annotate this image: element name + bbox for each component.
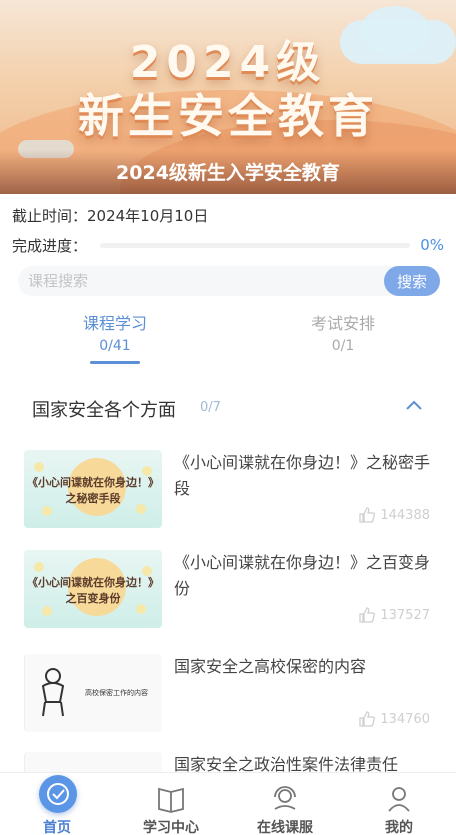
- deadline-text: 截止时间：2024年10月10日: [12, 207, 209, 225]
- tab-course-study[interactable]: 课程学习 0/41: [50, 314, 180, 356]
- chevron-up-icon[interactable]: [404, 398, 424, 412]
- banner[interactable]: 2024级 新生安全教育 2024级新生入学安全教育: [0, 0, 456, 194]
- nav-my[interactable]: 我的: [342, 773, 456, 835]
- nav-label: 首页: [43, 820, 71, 835]
- tab-count: 0/41: [99, 338, 131, 354]
- search-button[interactable]: 搜索: [384, 266, 440, 296]
- headset-icon: [274, 786, 296, 810]
- like-count[interactable]: 134760: [358, 710, 430, 728]
- tab-label: 考试安排: [310, 314, 375, 333]
- thumbnail-text: 高校保密工作的内容: [85, 689, 148, 697]
- nav-label: 我的: [385, 820, 413, 835]
- banner-caption: 2024级新生入学安全教育: [116, 162, 340, 184]
- tab-count: 0/1: [331, 338, 355, 354]
- nav-label: 学习中心: [143, 820, 199, 835]
- course-item[interactable]: 高校保密工作的内容 国家安全之高校保密的内容 134760: [24, 654, 444, 732]
- course-thumbnail: 《小心间谍就在你身边！》 之秘密手段: [24, 450, 162, 528]
- book-icon: [158, 787, 184, 813]
- thumbs-up-icon: [359, 507, 376, 523]
- course-thumbnail: 高校保密工作的内容: [24, 654, 162, 732]
- nav-label: 在线课服: [257, 820, 313, 835]
- like-count-value: 144388: [380, 507, 430, 523]
- like-count-value: 134760: [380, 711, 430, 727]
- section-count: 0/7: [200, 400, 221, 415]
- banner-main-title: 新生安全教育: [78, 89, 378, 143]
- like-count[interactable]: 137527: [358, 606, 430, 624]
- progress-value: 0%: [420, 236, 444, 254]
- bulb-icon: [34, 462, 44, 472]
- bottom-nav: 首页 学习中心 在线课服 我的: [0, 772, 456, 835]
- search-input[interactable]: [28, 271, 368, 291]
- active-tab-indicator: [90, 361, 140, 364]
- home-icon: [47, 783, 69, 805]
- course-thumbnail: 《小心间谍就在你身边！》 之百变身份: [24, 550, 162, 628]
- course-item[interactable]: 《小心间谍就在你身边！》 之百变身份 《小心间谍就在你身边！》之百变身份 137…: [24, 550, 444, 628]
- thumbs-up-icon: [359, 607, 376, 623]
- tab-exam-schedule[interactable]: 考试安排 0/1: [278, 314, 408, 356]
- thumbnail-text: 《小心间谍就在你身边！》: [27, 576, 159, 589]
- course-title: 《小心间谍就在你身边！》之秘密手段: [174, 453, 431, 498]
- course-item[interactable]: 《小心间谍就在你身边！》 之秘密手段 《小心间谍就在你身边！》之秘密手段 144…: [24, 450, 444, 528]
- like-count-value: 137527: [380, 607, 430, 623]
- thumbnail-text: 《小心间谍就在你身边！》: [27, 476, 159, 489]
- section-title: 国家安全各个方面: [32, 400, 176, 421]
- thumbnail-text: 之秘密手段: [65, 492, 121, 505]
- tab-label: 课程学习: [82, 314, 147, 333]
- search-bar: 搜索: [18, 266, 440, 296]
- bulb-icon: [42, 606, 52, 616]
- nav-study-center[interactable]: 学习中心: [114, 773, 228, 835]
- nav-online-service[interactable]: 在线课服: [228, 773, 342, 835]
- like-count[interactable]: 144388: [358, 506, 430, 524]
- thumbnail-text: 之百变身份: [65, 592, 121, 605]
- thumbs-up-icon: [359, 711, 376, 727]
- bulb-icon: [42, 506, 52, 516]
- user-icon: [388, 787, 410, 812]
- bulb-icon: [34, 562, 44, 572]
- progress-label: 完成进度：: [12, 237, 88, 255]
- nav-home[interactable]: 首页: [0, 773, 114, 835]
- figure-illustration: [41, 668, 65, 717]
- progress-bar: [100, 243, 410, 248]
- course-title: 国家安全之高校保密的内容: [174, 657, 367, 676]
- course-title: 《小心间谍就在你身边！》之百变身份: [174, 553, 431, 598]
